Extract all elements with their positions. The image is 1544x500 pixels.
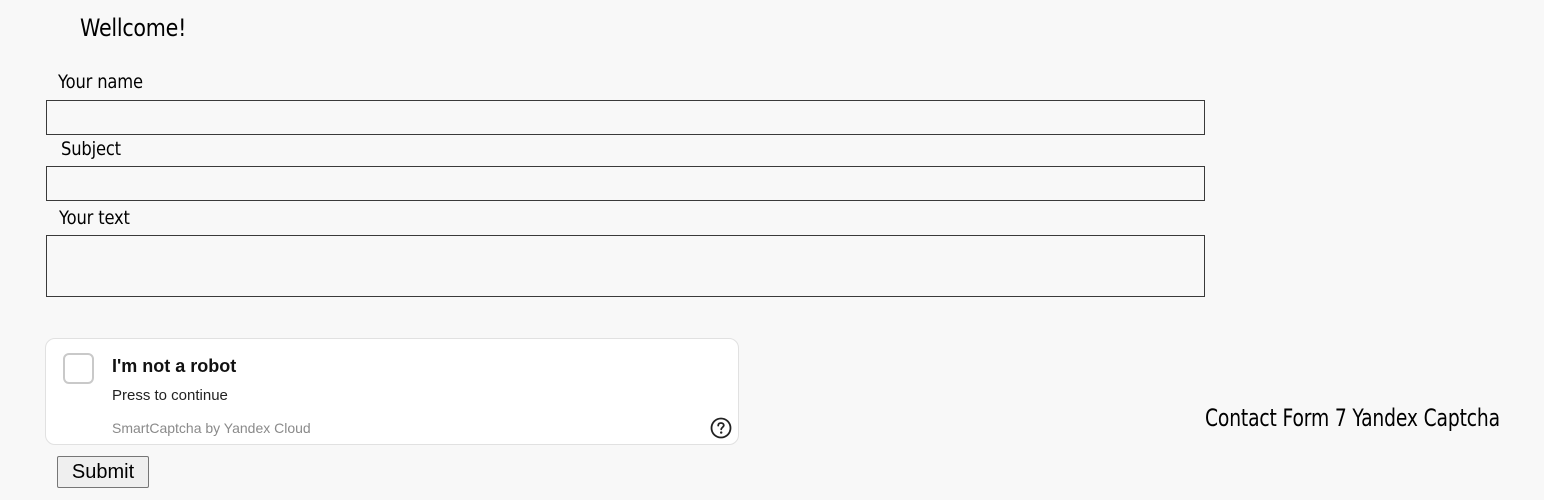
captcha-brand: SmartCaptcha by Yandex Cloud — [112, 420, 311, 436]
page-title: Wellcome! — [80, 14, 187, 42]
name-label: Your name — [58, 71, 143, 93]
captcha-subtitle: Press to continue — [112, 387, 228, 404]
subject-label: Subject — [61, 138, 121, 160]
subject-input[interactable] — [46, 166, 1205, 201]
captcha-title: I'm not a robot — [112, 356, 237, 376]
name-input[interactable] — [46, 100, 1205, 135]
plugin-caption: Contact Form 7 Yandex Captcha — [1205, 404, 1500, 432]
submit-button[interactable]: Submit — [57, 456, 149, 488]
text-label: Your text — [59, 207, 130, 229]
text-textarea[interactable] — [46, 235, 1205, 297]
question-circle-icon[interactable] — [710, 417, 732, 439]
contact-page: Wellcome! Your name Subject Your text I'… — [0, 0, 1544, 500]
smartcaptcha-widget: I'm not a robot Press to continue SmartC… — [45, 338, 739, 445]
captcha-checkbox[interactable] — [63, 353, 94, 384]
